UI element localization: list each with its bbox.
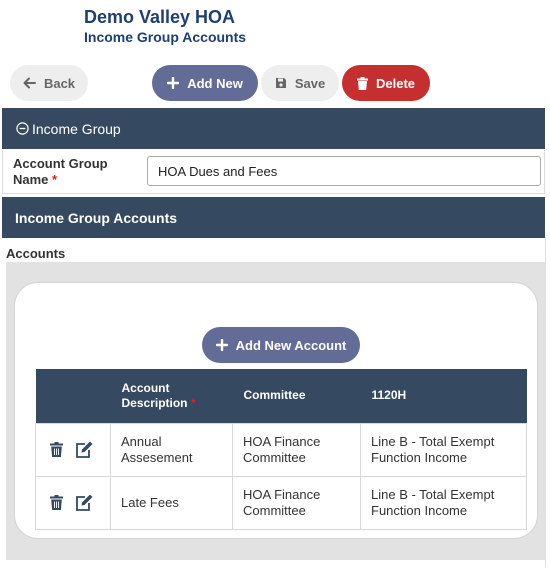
income-group-title: Income Group xyxy=(32,120,121,137)
income-group-accounts-header: Income Group Accounts xyxy=(2,197,545,238)
trash-icon[interactable] xyxy=(50,495,63,510)
committee-cell: HOA Finance Committee xyxy=(232,422,361,477)
accounts-panel: Add New Account Account Description * Co… xyxy=(6,262,546,560)
delete-button[interactable]: Delete xyxy=(342,65,430,101)
table-row: Late Fees HOA Finance Committee Line B -… xyxy=(35,475,527,530)
table-header-row: Account Description * Committee 1120H xyxy=(35,369,527,423)
floppy-disk-icon xyxy=(275,77,287,89)
required-mark: * xyxy=(190,395,196,410)
accounts-table: Account Description * Committee 1120H An… xyxy=(35,369,527,530)
trash-icon xyxy=(356,76,368,90)
table-row: Annual Assesement HOA Finance Committee … xyxy=(35,422,527,477)
delete-button-label: Delete xyxy=(375,75,416,91)
income-group-accounts-title: Income Group Accounts xyxy=(15,209,178,226)
arrow-left-icon xyxy=(23,77,36,89)
account-description-cell: Annual Assesement xyxy=(110,422,233,477)
account-description-cell: Late Fees xyxy=(110,475,233,530)
account-group-name-label: Account Group Name * xyxy=(13,156,108,187)
plus-icon xyxy=(215,339,228,351)
edit-icon[interactable] xyxy=(75,441,93,458)
required-mark: * xyxy=(52,172,58,187)
collapse-minus-circle-icon[interactable] xyxy=(16,122,29,135)
row-actions xyxy=(35,422,111,477)
page-header: Demo Valley HOA Income Group Accounts xyxy=(84,6,246,46)
add-new-account-label: Add New Account xyxy=(235,337,347,353)
add-new-account-button[interactable]: Add New Account xyxy=(202,327,360,363)
1120h-cell: Line B - Total Exempt Function Income xyxy=(360,422,527,477)
actions-column-header xyxy=(35,369,111,423)
account-group-name-row: Account Group Name * xyxy=(2,150,545,194)
committee-column-header[interactable]: Committee xyxy=(232,369,361,423)
trash-icon[interactable] xyxy=(50,442,63,457)
back-button[interactable]: Back xyxy=(10,65,88,101)
plus-icon xyxy=(167,77,180,89)
add-new-button[interactable]: Add New xyxy=(152,65,258,101)
page-title: Income Group Accounts xyxy=(84,29,247,45)
1120h-cell: Line B - Total Exempt Function Income xyxy=(360,475,527,530)
save-button[interactable]: Save xyxy=(261,65,339,101)
1120h-column-header[interactable]: 1120H xyxy=(360,369,527,423)
income-group-header[interactable]: Income Group xyxy=(2,108,545,149)
org-name: Demo Valley HOA xyxy=(84,7,236,27)
row-actions xyxy=(35,475,111,530)
accounts-label: Accounts xyxy=(6,246,66,261)
accounts-card: Add New Account Account Description * Co… xyxy=(14,282,538,539)
account-group-name-input[interactable] xyxy=(147,156,541,186)
committee-cell: HOA Finance Committee xyxy=(232,475,361,530)
edit-icon[interactable] xyxy=(75,494,93,511)
account-description-column-header[interactable]: Account Description * xyxy=(110,369,233,423)
add-new-button-label: Add New xyxy=(187,75,243,91)
save-button-label: Save xyxy=(294,75,326,91)
back-button-label: Back xyxy=(43,75,76,91)
